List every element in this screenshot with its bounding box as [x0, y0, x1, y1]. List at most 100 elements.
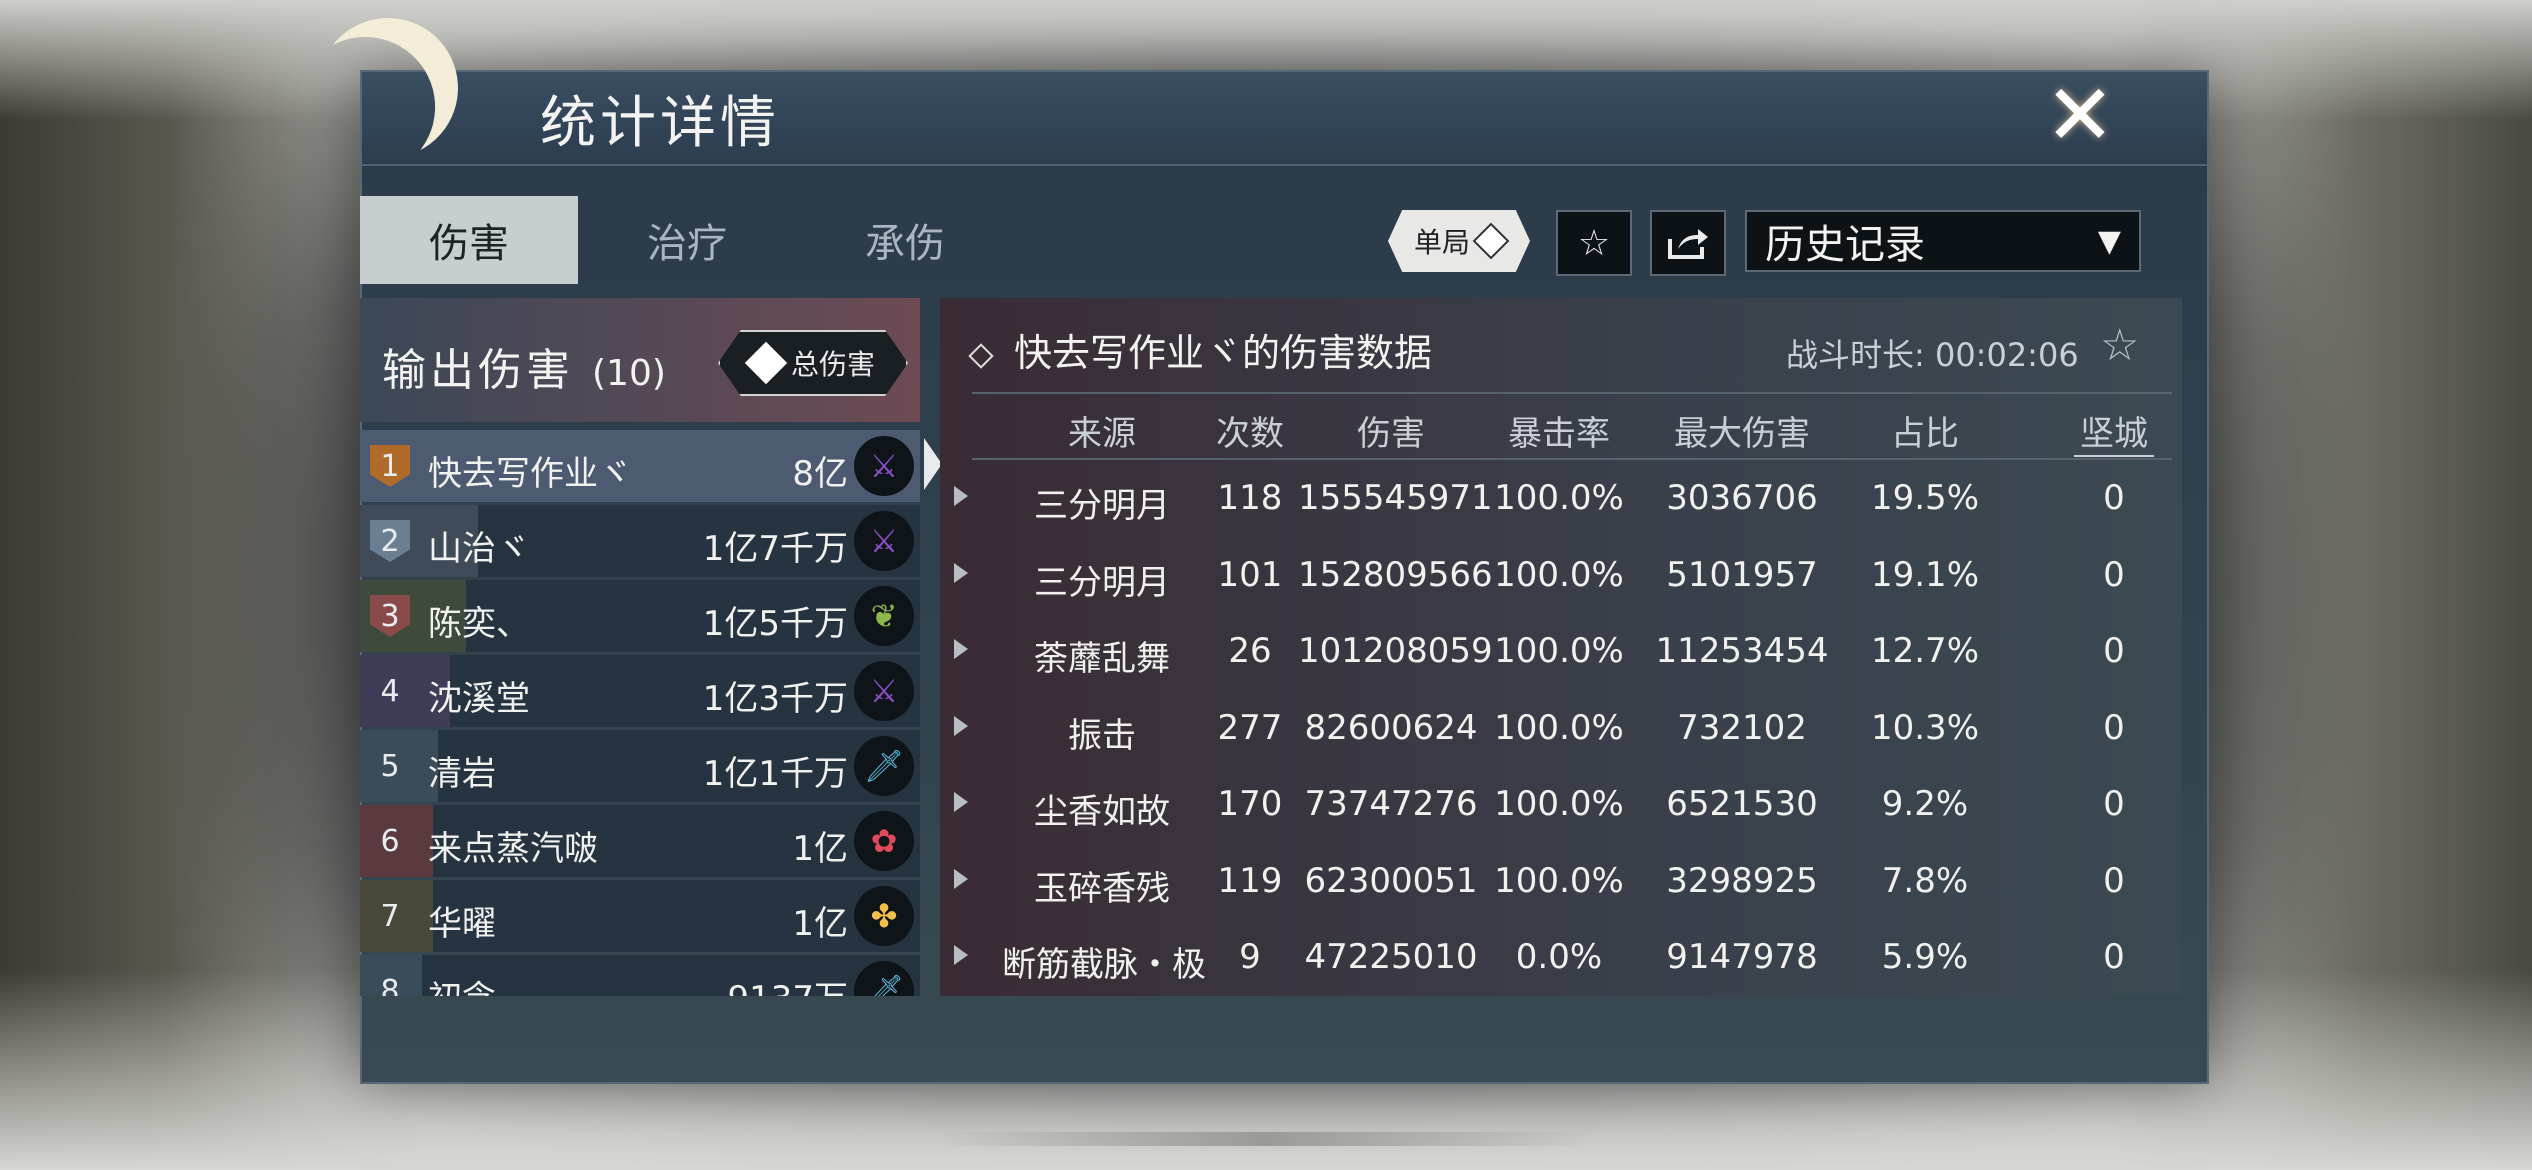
damage-total: 1亿	[792, 829, 848, 869]
table-row[interactable]: 尘香如故 170 73747276 100.0% 6521530 9.2% 0	[940, 764, 2182, 841]
damage-total: 8亿	[792, 454, 848, 494]
cell-hits: 26	[1228, 631, 1272, 671]
expand-arrow-icon[interactable]	[954, 715, 968, 736]
rank-row[interactable]: 7 华曜 1亿 ✤	[360, 880, 920, 952]
cell-hits: 118	[1217, 478, 1283, 518]
cell-fortify: 0	[2103, 478, 2125, 518]
cell-damage: 73747276	[1304, 784, 1478, 824]
col-fortify[interactable]: 坚城	[2074, 406, 2154, 457]
rank-number: 4	[380, 673, 400, 709]
rank-number: 6	[380, 823, 400, 859]
tab-damage-taken[interactable]: 承伤	[796, 196, 1014, 284]
crossed-swords-icon: ⚔	[854, 436, 914, 496]
page-title: 统计详情	[540, 91, 780, 156]
cell-crit-rate: 100.0%	[1494, 860, 1624, 901]
damage-total: 1亿	[792, 904, 848, 944]
table-header: 来源 次数 伤害 暴击率 最大伤害 占比 坚城	[972, 392, 2172, 460]
cell-max-damage: 732102	[1677, 707, 1807, 748]
detail-title-text: 快去写作业ヾ的伤害数据	[1014, 331, 1433, 375]
expand-arrow-icon[interactable]	[954, 562, 968, 583]
damage-total: 1亿1千万	[702, 754, 848, 794]
close-icon: ✕	[2044, 66, 2116, 164]
cell-damage: 101208059	[1298, 631, 1493, 671]
diamond-icon	[1472, 222, 1510, 260]
cell-fortify: 0	[2103, 937, 2125, 977]
rank-row[interactable]: 3 陈奕、 1亿5千万 ❦	[360, 580, 920, 652]
history-dropdown[interactable]: 历史记录 ▼	[1745, 210, 2141, 272]
cell-damage: 155545971	[1298, 478, 1493, 518]
cell-crit-rate: 100.0%	[1494, 784, 1624, 824]
favorite-button[interactable]: ☆	[1556, 210, 1632, 276]
rank-row[interactable]: 6 来点蒸汽啵 1亿 ✿	[360, 805, 920, 877]
col-damage[interactable]: 伤害	[1298, 406, 1484, 455]
player-name: 陈奕、	[428, 604, 530, 644]
ranking-title-text: 输出伤害	[382, 345, 574, 396]
col-source[interactable]: 来源	[1002, 406, 1202, 455]
cell-damage: 152809566	[1298, 554, 1493, 595]
rank-row[interactable]: 1 快去写作业ヾ 8亿 ⚔	[360, 430, 920, 502]
col-max-damage[interactable]: 最大伤害	[1634, 406, 1850, 455]
cell-crit-rate: 100.0%	[1494, 478, 1624, 518]
expand-arrow-icon[interactable]	[954, 792, 968, 812]
share-icon	[1668, 229, 1708, 259]
tab-healing[interactable]: 治疗	[578, 196, 796, 284]
cell-damage: 62300051	[1304, 860, 1478, 901]
star-icon: ☆	[1577, 222, 1611, 264]
rank-row[interactable]: 8 初念、 9137万🗡	[360, 955, 920, 996]
player-name: 初念、	[428, 971, 530, 996]
cell-share: 19.1%	[1870, 554, 1979, 595]
rank-number: 7	[380, 898, 400, 934]
table-row[interactable]: 断筋截脉・极 9 47225010 0.0% 9147978 5.9% 0	[940, 917, 2182, 994]
table-row[interactable]: 振击 277 82600624 100.0% 732102 10.3% 0	[940, 688, 2182, 765]
col-crit-rate[interactable]: 暴击率	[1484, 406, 1634, 455]
rank-row[interactable]: 4 沈溪堂 1亿3千万 ⚔	[360, 655, 920, 727]
share-button[interactable]	[1650, 210, 1726, 276]
expand-arrow-icon[interactable]	[954, 639, 968, 659]
cell-source: 三分明月	[1034, 486, 1170, 526]
cell-source: 玉碎香残	[1034, 868, 1170, 909]
expand-arrow-icon[interactable]	[954, 945, 968, 965]
cell-max-damage: 9147978	[1666, 937, 1818, 977]
tab-bar: 伤害 治疗 承伤	[360, 196, 1014, 284]
total-damage-label: 总伤害	[790, 348, 875, 381]
chevron-down-icon: ▼	[2097, 223, 2121, 259]
tab-damage[interactable]: 伤害	[360, 196, 578, 284]
cell-source: 断筋截脉・极	[1002, 945, 1206, 985]
cell-source: 尘香如故	[1034, 792, 1170, 832]
table-row[interactable]: 三分明月 118 155545971 100.0% 3036706 19.5% 0	[940, 458, 2182, 535]
damage-total: 1亿7千万	[702, 529, 848, 569]
cell-damage: 47225010	[1304, 937, 1478, 977]
player-name: 沈溪堂	[428, 679, 530, 719]
cell-max-damage: 6521530	[1666, 784, 1818, 824]
cell-fortify: 0	[2103, 860, 2125, 901]
cell-max-damage: 5101957	[1666, 554, 1818, 595]
rank-number: 8	[380, 973, 400, 997]
cell-source: 三分明月	[1034, 562, 1170, 603]
cell-fortify: 0	[2103, 554, 2125, 595]
total-damage-button[interactable]: 总伤害	[718, 330, 908, 396]
single-round-label: 单局	[1413, 226, 1470, 259]
cell-hits: 277	[1217, 707, 1283, 748]
detail-title: 快去写作业ヾ的伤害数据	[968, 322, 1433, 377]
cell-fortify: 0	[2103, 707, 2125, 748]
col-hits[interactable]: 次数	[1202, 406, 1298, 455]
table-row[interactable]: 荼蘼乱舞 26 101208059 100.0% 11253454 12.7% 0	[940, 611, 2182, 688]
rank-row[interactable]: 5 清岩 1亿1千万 🗡	[360, 730, 920, 802]
table-row[interactable]: 三分明月 101 152809566 100.0% 5101957 19.1% 0	[940, 535, 2182, 612]
cell-hits: 119	[1217, 860, 1283, 901]
rank-row[interactable]: 2 山治ヾ 1亿7千万 ⚔	[360, 505, 920, 577]
flower-icon: ✿	[854, 811, 914, 871]
close-button[interactable]: ✕	[2030, 70, 2130, 160]
star-icon[interactable]: ☆	[2100, 320, 2139, 371]
expand-arrow-icon[interactable]	[954, 868, 968, 889]
cell-hits: 9	[1239, 937, 1261, 977]
damage-total: 1亿3千万	[702, 679, 848, 719]
expand-arrow-icon[interactable]	[954, 486, 968, 506]
cell-share: 12.7%	[1870, 631, 1979, 671]
table-row[interactable]: 玉碎香残 119 62300051 100.0% 3298925 7.8% 0	[940, 841, 2182, 918]
col-share[interactable]: 占比	[1850, 406, 2000, 455]
history-label: 历史记录	[1765, 222, 1925, 268]
single-round-toggle[interactable]: 单局	[1388, 210, 1530, 272]
cell-share: 5.9%	[1881, 937, 1969, 977]
player-name: 来点蒸汽啵	[428, 829, 598, 869]
